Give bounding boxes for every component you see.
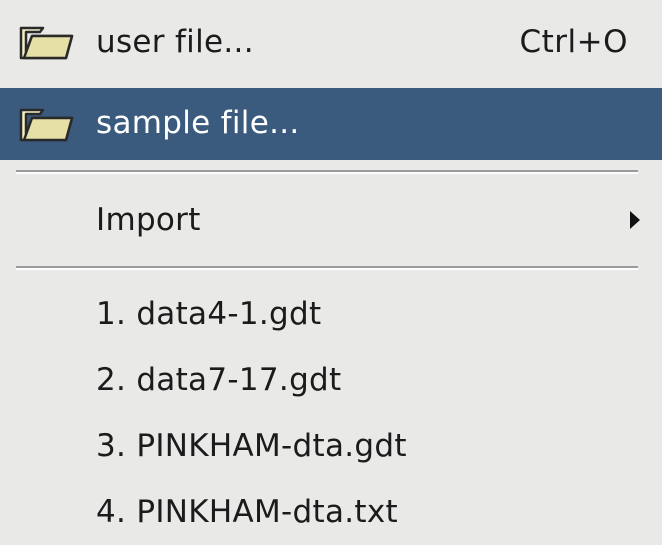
recent-file-label: 3. PINKHAM-dta.gdt — [96, 428, 407, 464]
menu-item-import[interactable]: Import — [0, 180, 662, 260]
menu-item-label: Import — [96, 202, 201, 238]
menu-item-label: user file... — [96, 24, 254, 60]
submenu-arrow-icon — [630, 211, 640, 229]
menu-item-shortcut: Ctrl+O — [519, 24, 628, 60]
menu-item-sample-file[interactable]: sample file... — [0, 88, 662, 160]
recent-file-item[interactable]: 1. data4-1.gdt — [0, 280, 662, 346]
menu-item-label: sample file... — [96, 105, 300, 141]
file-open-menu: user file... Ctrl+O sample file... Impor… — [0, 0, 662, 545]
folder-open-icon — [19, 108, 74, 142]
recent-file-item[interactable]: 2. data7-17.gdt — [0, 346, 662, 412]
menu-separator — [16, 266, 638, 270]
recent-file-label: 2. data7-17.gdt — [96, 362, 342, 398]
folder-open-icon — [19, 26, 74, 60]
recent-file-item[interactable]: 3. PINKHAM-dta.gdt — [0, 412, 662, 478]
recent-file-label: 4. PINKHAM-dta.txt — [96, 494, 398, 530]
recent-file-item[interactable]: 4. PINKHAM-dta.txt — [0, 478, 662, 544]
menu-item-user-file[interactable]: user file... Ctrl+O — [0, 0, 662, 88]
menu-separator — [16, 170, 638, 174]
recent-file-label: 1. data4-1.gdt — [96, 296, 322, 332]
